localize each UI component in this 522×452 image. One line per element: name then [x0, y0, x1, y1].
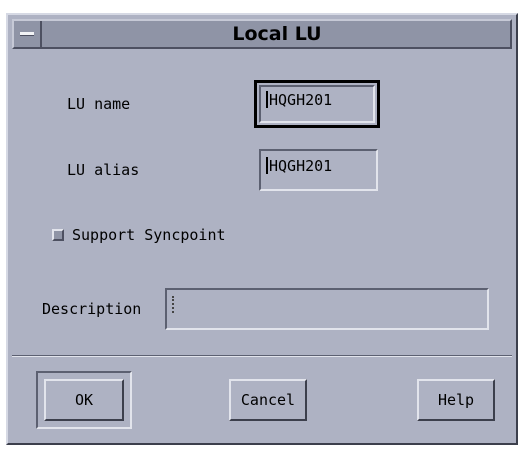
lu-alias-input[interactable]: HQGH201: [259, 149, 378, 191]
lu-name-input[interactable]: HQGH201: [259, 85, 375, 123]
lu-alias-value: HQGH201: [269, 157, 333, 175]
button-separator: [12, 355, 512, 357]
lu-alias-label: LU alias: [67, 161, 140, 179]
window-menu-icon: [20, 32, 34, 36]
lu-name-label: LU name: [67, 95, 131, 113]
ok-button[interactable]: OK: [44, 379, 124, 421]
text-cursor: [266, 157, 268, 174]
local-lu-dialog: Local LU LU name HQGH201 LU alias HQGH20…: [6, 13, 518, 445]
window-menu-button[interactable]: [14, 21, 42, 47]
description-input[interactable]: [165, 288, 489, 330]
lu-name-focus-ring: HQGH201: [254, 80, 380, 128]
help-button[interactable]: Help: [417, 379, 495, 421]
description-label: Description: [42, 300, 142, 318]
window-title: Local LU: [232, 23, 322, 45]
lu-name-value: HQGH201: [269, 91, 333, 109]
support-syncpoint-label: Support Syncpoint: [72, 226, 226, 244]
title-bar: Local LU: [12, 19, 512, 49]
text-cursor: [266, 91, 268, 108]
text-cursor: [172, 296, 174, 313]
support-syncpoint-checkbox[interactable]: [52, 229, 64, 241]
cancel-button[interactable]: Cancel: [229, 379, 307, 421]
